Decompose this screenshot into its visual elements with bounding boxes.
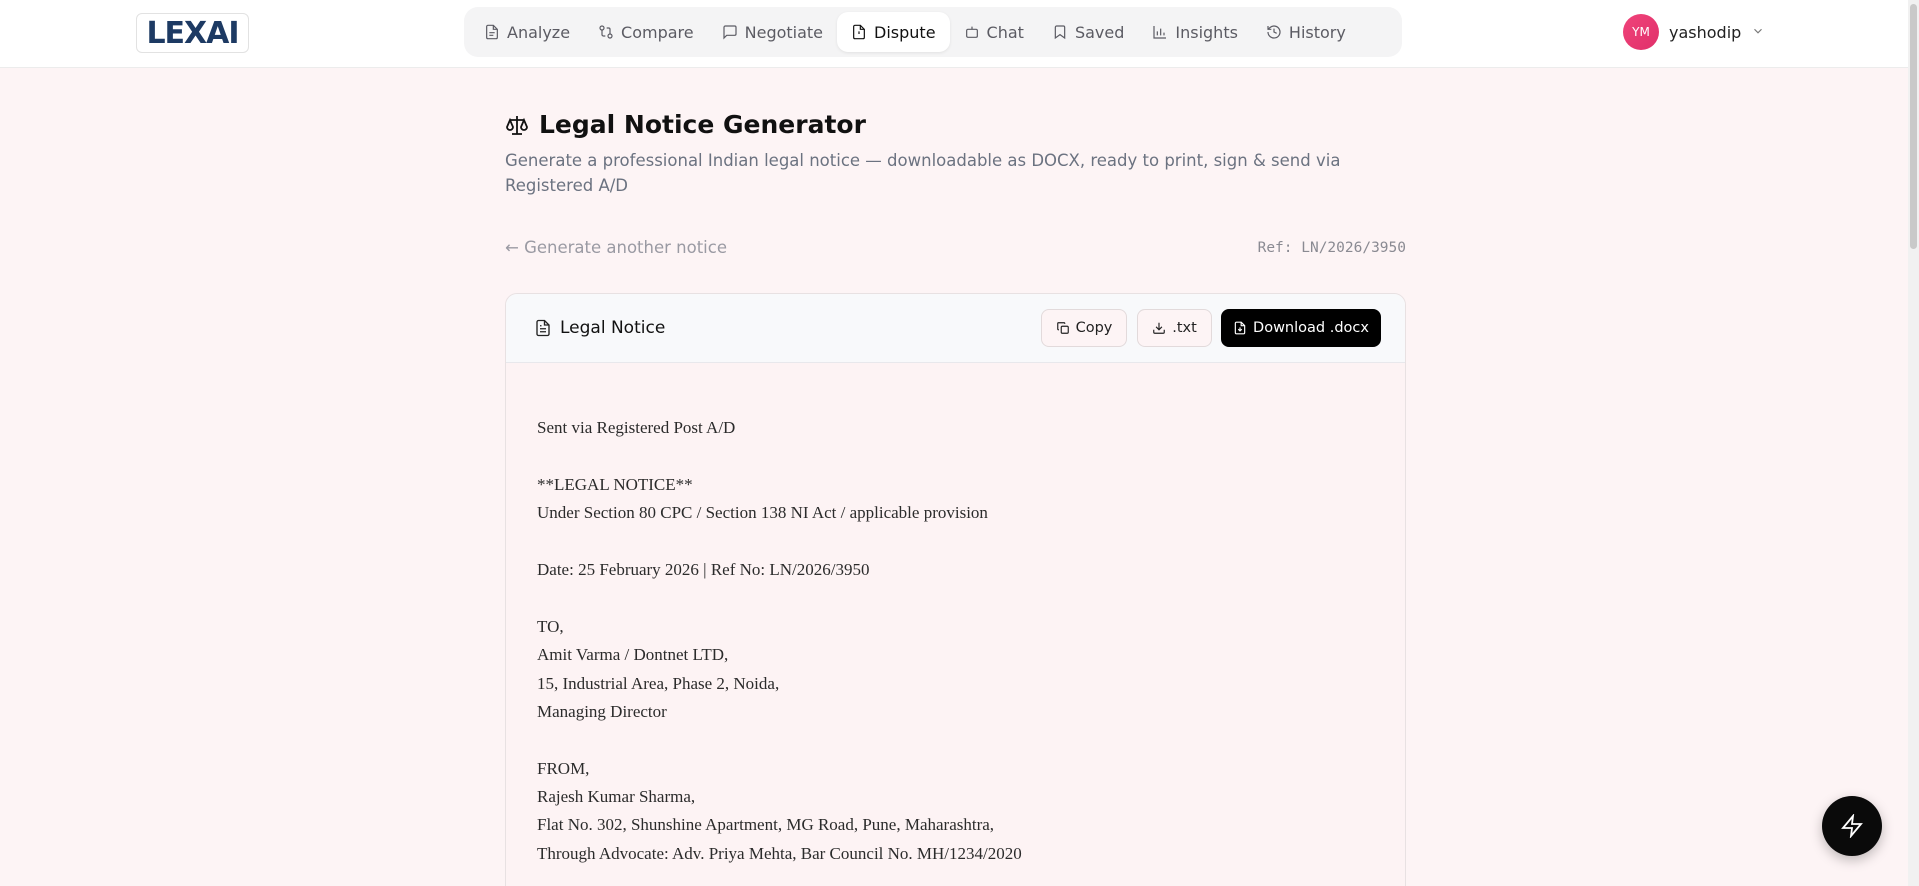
- nav-compare[interactable]: Compare: [584, 12, 708, 52]
- nav-negotiate-label: Negotiate: [744, 22, 824, 42]
- file-icon: [486, 24, 498, 40]
- notice-to-label: TO,: [537, 616, 564, 636]
- notice-sent-via: Sent via Registered Post A/D: [537, 418, 736, 437]
- page-scrollbar[interactable]: [1908, 0, 1919, 886]
- chevron-down-icon: [1751, 23, 1765, 42]
- download-txt-button[interactable]: .txt: [1137, 309, 1212, 347]
- nav-saved[interactable]: Saved: [1038, 12, 1138, 52]
- nav-saved-label: Saved: [1074, 22, 1125, 42]
- notice-from-name: Rajesh Kumar Sharma,: [537, 787, 696, 807]
- card-title-label: Legal Notice: [560, 318, 666, 338]
- alert-file-icon: [853, 24, 865, 40]
- user-menu[interactable]: YM yashodip: [1623, 14, 1765, 50]
- notice-to-address: 15, Industrial Area, Phase 2, Noida,: [537, 673, 780, 693]
- compare-icon: [599, 25, 613, 39]
- download-docx-button[interactable]: Download .docx: [1221, 309, 1381, 347]
- copy-icon: [1056, 322, 1069, 334]
- notice-under-section: Under Section 80 CPC / Section 138 NI Ac…: [537, 503, 988, 523]
- scrollbar-thumb[interactable]: [1910, 4, 1917, 249]
- page-subtitle: Generate a professional Indian legal not…: [505, 151, 1341, 195]
- notice-to-name: Amit Varma / Dontnet LTD,: [537, 645, 729, 665]
- quick-action-button[interactable]: [1822, 796, 1882, 856]
- page-header: Legal Notice Generator: [505, 110, 866, 139]
- nav-chat[interactable]: Chat: [950, 12, 1038, 52]
- nav-compare-label: Compare: [621, 22, 694, 42]
- bar-chart-icon: [1153, 26, 1167, 39]
- notice-heading: **LEGAL NOTICE**: [537, 474, 693, 494]
- nav-dispute[interactable]: Dispute: [837, 12, 950, 52]
- copy-button-label: Copy: [1075, 320, 1113, 336]
- nav-chat-label: Chat: [986, 22, 1024, 42]
- notice-from-address: Flat No. 302, Shunshine Apartment, MG Ro…: [537, 815, 995, 835]
- top-navigation-bar: LEXAI Analyze Compare Negotiate Dispute …: [0, 0, 1919, 68]
- legal-notice-card: Legal Notice Copy .txt Download .docx Se…: [505, 293, 1406, 886]
- nav-insights[interactable]: Insights: [1138, 12, 1252, 52]
- copy-button[interactable]: Copy: [1041, 309, 1127, 347]
- chat-bubble-icon: [723, 25, 737, 40]
- history-icon: [1267, 25, 1281, 39]
- page-title: Legal Notice Generator: [539, 110, 866, 139]
- card-title: Legal Notice: [534, 318, 665, 338]
- download-txt-label: .txt: [1172, 320, 1197, 336]
- nav-negotiate[interactable]: Negotiate: [708, 12, 837, 52]
- file-download-icon: [1234, 321, 1246, 335]
- bot-icon: [965, 26, 978, 38]
- download-docx-label: Download .docx: [1253, 320, 1369, 336]
- bookmark-icon: [1054, 25, 1066, 40]
- notice-date-ref: Date: 25 February 2026 | Ref No: LN/2026…: [537, 559, 870, 579]
- document-icon: [536, 319, 550, 337]
- nav-history-label: History: [1288, 22, 1346, 42]
- notice-from-label: FROM,: [537, 758, 590, 778]
- notice-body: Sent via Registered Post A/D **LEGAL NOT…: [537, 414, 1377, 868]
- nav-insights-label: Insights: [1175, 22, 1238, 42]
- avatar: YM: [1623, 14, 1659, 50]
- logo-text: LEXAI: [146, 15, 239, 51]
- nav-dispute-label: Dispute: [874, 22, 936, 42]
- reference-number: Ref: LN/2026/3950: [1257, 240, 1406, 256]
- download-icon: [1153, 322, 1166, 334]
- lexai-logo[interactable]: LEXAI: [136, 13, 249, 53]
- scales-icon: [506, 115, 528, 135]
- nav-history[interactable]: History: [1252, 12, 1360, 52]
- username: yashodip: [1669, 22, 1742, 42]
- nav-analyze[interactable]: Analyze: [470, 12, 584, 52]
- main-nav: Analyze Compare Negotiate Dispute Chat S…: [464, 7, 1402, 57]
- nav-analyze-label: Analyze: [507, 22, 571, 42]
- lightning-icon: [1841, 814, 1863, 838]
- notice-to-designation: Managing Director: [537, 701, 667, 721]
- notice-from-advocate: Through Advocate: Adv. Priya Mehta, Bar …: [537, 843, 1022, 863]
- card-header: Legal Notice Copy .txt Download .docx: [506, 294, 1405, 363]
- generate-another-link[interactable]: ← Generate another notice: [505, 238, 727, 257]
